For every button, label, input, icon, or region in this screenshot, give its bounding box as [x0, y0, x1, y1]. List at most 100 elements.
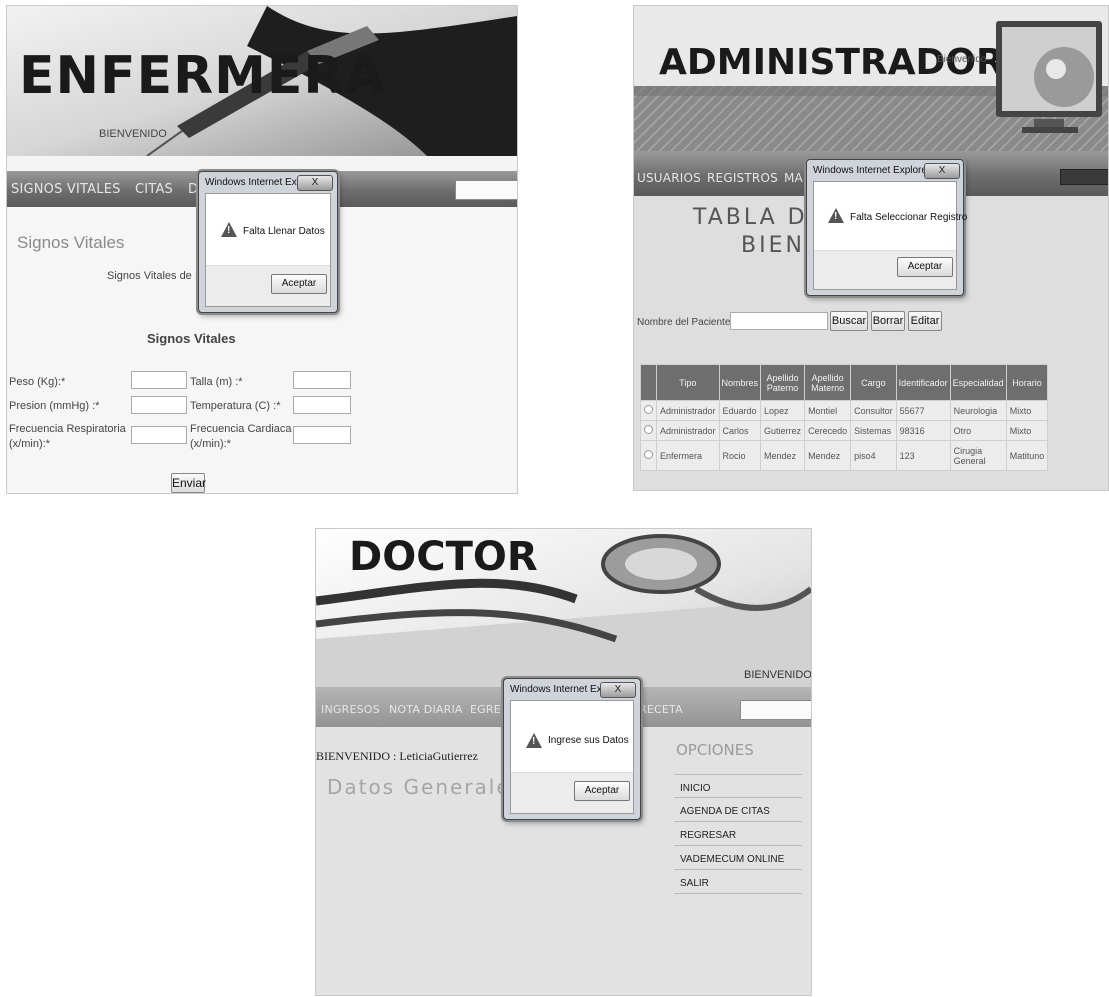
- enviar-button[interactable]: Enviar: [171, 473, 206, 493]
- option-divider: [674, 845, 802, 846]
- table-cell: Montiel: [804, 400, 852, 421]
- frecuencia-cardiaca-line2: (x/min):*: [190, 438, 231, 450]
- dialog-footer: Aceptar: [814, 250, 956, 289]
- table-cell: Mixto: [1005, 420, 1049, 441]
- warning-icon: !: [221, 222, 237, 237]
- doctor-welcome: BIENVENIDO: [744, 669, 811, 681]
- borrar-button[interactable]: Borrar: [871, 311, 905, 331]
- table-row[interactable]: Administrador Carlos Gutierrez Cerecedo …: [640, 420, 1049, 441]
- frecuencia-cardiaca-input[interactable]: [293, 426, 351, 444]
- row-select-radio[interactable]: [640, 400, 657, 421]
- option-vademecum-online[interactable]: VADEMECUM ONLINE: [680, 854, 784, 865]
- option-divider: [674, 821, 802, 822]
- option-agenda-de-citas[interactable]: AGENDA DE CITAS: [680, 806, 770, 817]
- doctor-nav-search-input[interactable]: [740, 700, 811, 720]
- administrador-alert-dialog: Windows Internet Explorer X ! Falta Sele…: [806, 159, 967, 296]
- table-cell: Carlos: [718, 420, 762, 441]
- dialog-title: Windows Internet Explorer: [813, 165, 931, 176]
- dialog-body: ! Ingrese sus Datos Aceptar: [510, 700, 634, 814]
- nav-registros[interactable]: REGISTROS: [707, 172, 778, 184]
- option-divider: [674, 774, 802, 775]
- table-cell: Cerecedo: [804, 420, 852, 441]
- table-cell: 123: [895, 440, 951, 471]
- table-cell: Administrador: [656, 420, 720, 441]
- aceptar-button[interactable]: Aceptar: [897, 257, 953, 277]
- option-divider: [674, 893, 802, 894]
- talla-input[interactable]: [293, 371, 351, 389]
- administrador-welcome: Bienvenido: [937, 54, 987, 65]
- table-cell: Mendez: [804, 440, 852, 471]
- dialog-body: ! Falta Seleccionar Registro Aceptar: [813, 181, 967, 290]
- frecuencia-respiratoria-input[interactable]: [131, 426, 187, 444]
- form-title: Signos Vitales: [147, 331, 236, 346]
- dialog-footer: Aceptar: [511, 772, 633, 813]
- temperatura-label: Temperatura (C) :*: [190, 400, 281, 412]
- frecuencia-respiratoria-line1: Frecuencia Respiratoria: [9, 423, 126, 435]
- table-cell: Otro: [949, 420, 1007, 441]
- opciones-title: OPCIONES: [676, 741, 754, 759]
- table-row[interactable]: Enfermera Rocio Mendez Mendez piso4 123 …: [640, 440, 1049, 471]
- dialog-message: Falta Seleccionar Registro: [850, 212, 968, 223]
- column-header: Tipo: [656, 364, 720, 401]
- row-select-radio[interactable]: [640, 420, 657, 441]
- presion-label: Presion (mmHg) :*: [9, 400, 100, 412]
- nav-receta[interactable]: RECETA: [639, 704, 683, 715]
- table-cell: Eduardo: [718, 400, 762, 421]
- enfermera-nav-search-input[interactable]: [455, 180, 517, 200]
- nav-citas[interactable]: CITAS: [135, 183, 173, 196]
- table-cell: Gutierrez: [760, 420, 806, 441]
- enfermera-banner: ENFERMERA BIENVENIDO: [7, 6, 517, 156]
- enfermera-welcome: BIENVENIDO: [99, 128, 167, 140]
- peso-input[interactable]: [131, 371, 187, 389]
- buscar-button[interactable]: Buscar: [830, 311, 868, 331]
- nav-nota-diaria[interactable]: NOTA DIARIA: [389, 704, 463, 715]
- aceptar-button[interactable]: Aceptar: [271, 274, 327, 294]
- table-header-row: Tipo Nombres Apellido Paterno Apellido M…: [640, 364, 1049, 401]
- administrador-nav-search-input[interactable]: [1060, 169, 1108, 185]
- nav-usuarios[interactable]: USUARIOS: [637, 172, 701, 184]
- doctor-banner: DOCTOR BIENVENIDO: [316, 529, 811, 687]
- table-cell: Sistemas: [850, 420, 897, 441]
- frecuencia-cardiaca-label: Frecuencia Cardiaca (x/min):*: [190, 422, 292, 452]
- editar-button[interactable]: Editar: [908, 311, 942, 331]
- dialog-message: Ingrese sus Datos: [548, 735, 629, 746]
- column-header: Identificador: [895, 364, 951, 401]
- option-salir[interactable]: SALIR: [680, 878, 709, 889]
- warning-icon: !: [828, 208, 844, 223]
- column-header: Cargo: [850, 364, 897, 401]
- welcome-line: BIENVENIDO : LeticiaGutierrez: [316, 749, 478, 763]
- table-cell: Rocio: [718, 440, 762, 471]
- column-header: Nombres: [718, 364, 762, 401]
- table-cell: 55677: [895, 400, 951, 421]
- table-cell: Mendez: [760, 440, 806, 471]
- frecuencia-cardiaca-line1: Frecuencia Cardiaca: [190, 423, 292, 435]
- option-divider: [674, 869, 802, 870]
- aceptar-button[interactable]: Aceptar: [574, 781, 630, 801]
- nav-signos-vitales[interactable]: SIGNOS VITALES: [11, 183, 121, 196]
- table-row[interactable]: Administrador Eduardo Lopez Montiel Cons…: [640, 400, 1049, 421]
- column-header: Horario: [1005, 364, 1049, 401]
- warning-icon: !: [526, 733, 542, 748]
- presion-input[interactable]: [131, 396, 187, 414]
- dialog-close-button[interactable]: X: [600, 682, 636, 698]
- dialog-close-button[interactable]: X: [297, 175, 333, 191]
- table-cell: Neurologia: [949, 400, 1007, 421]
- nav-ingresos[interactable]: INGRESOS: [321, 704, 380, 715]
- enfermera-title: ENFERMERA: [19, 46, 386, 106]
- row-select-radio[interactable]: [640, 440, 657, 471]
- table-cell: 98316: [895, 420, 951, 441]
- peso-label: Peso (Kg):*: [9, 376, 66, 388]
- temperatura-input[interactable]: [293, 396, 351, 414]
- nombre-paciente-input[interactable]: [730, 312, 828, 330]
- option-inicio[interactable]: INICIO: [680, 783, 711, 794]
- administrador-banner: ADMINISTRADOR Bienvenido: [634, 6, 1108, 151]
- dialog-body: ! Falta Llenar Datos Aceptar: [205, 193, 331, 307]
- column-header: Apellido Paterno: [760, 364, 806, 401]
- option-divider: [674, 797, 802, 798]
- dialog-message: Falta Llenar Datos: [243, 226, 325, 237]
- table-cell: Administrador: [656, 400, 720, 421]
- option-regresar[interactable]: REGRESAR: [680, 830, 736, 841]
- dialog-close-button[interactable]: X: [924, 163, 960, 179]
- table-cell: Matituno: [1005, 440, 1049, 471]
- talla-label: Talla (m) :*: [190, 376, 243, 388]
